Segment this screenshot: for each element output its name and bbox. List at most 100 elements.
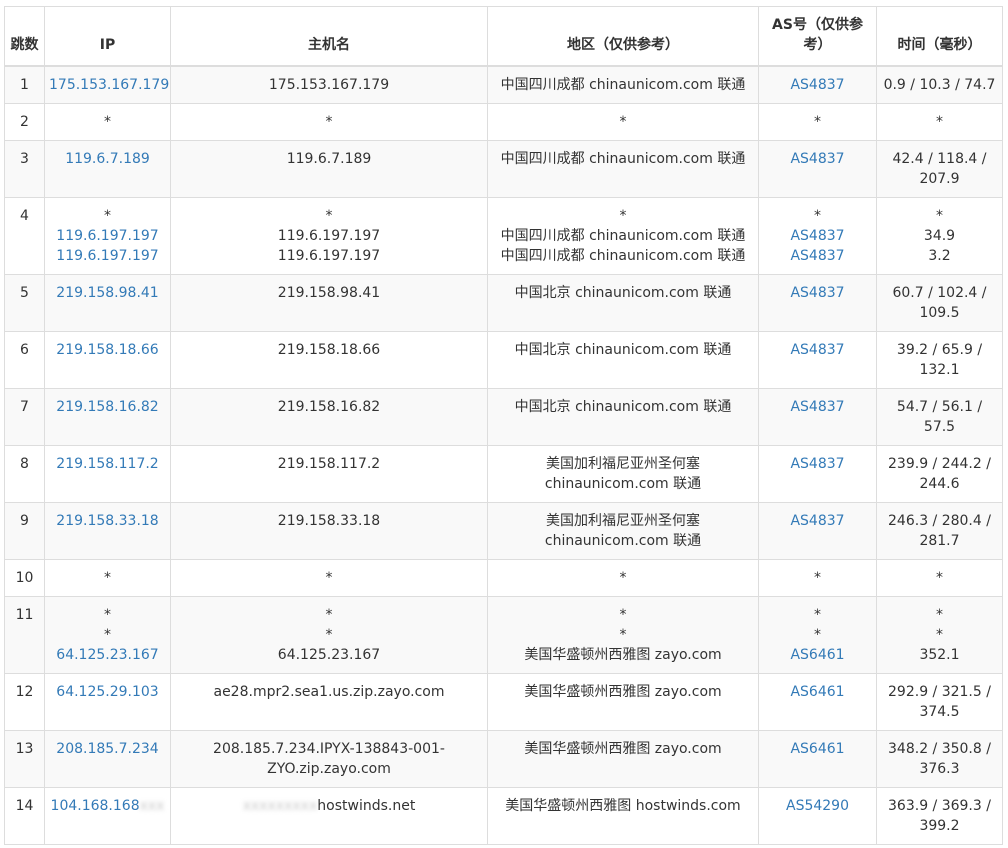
- hostname-text: *: [325, 208, 333, 224]
- ip-link[interactable]: 219.158.98.41: [49, 283, 166, 303]
- as-link[interactable]: AS4837: [763, 283, 872, 303]
- region-cell: 中国四川成都 chinaunicom.com 联通: [487, 65, 759, 104]
- as-cell: AS6461: [758, 730, 877, 788]
- hostname-text: *: [325, 607, 333, 623]
- header-hop: 跳数: [4, 6, 45, 67]
- as-link[interactable]: AS6461: [763, 739, 872, 759]
- hostname-cell: xxxxxxxxxhostwinds.net: [170, 787, 488, 845]
- time-cell: 239.9 / 244.2 / 244.6: [876, 445, 1003, 503]
- hop-number: 6: [20, 342, 29, 358]
- table-header: 跳数 IP 主机名 地区（仅供参考） AS号（仅供参考） 时间（毫秒）: [4, 6, 1003, 67]
- as-text: *: [814, 208, 821, 224]
- time-cell: 54.7 / 56.1 / 57.5: [876, 388, 1003, 446]
- ip-cell: 219.158.18.66: [44, 331, 171, 389]
- time-text: 60.7 / 102.4 /: [892, 285, 987, 301]
- ip-cell: 104.168.168xxx: [44, 787, 171, 845]
- time-text: 352.1: [919, 647, 960, 663]
- region-cell: 美国华盛顿州西雅图 zayo.com: [487, 730, 759, 788]
- as-text: *: [814, 627, 821, 643]
- region-cell: 美国华盛顿州西雅图 zayo.com: [487, 673, 759, 731]
- region-text: 中国四川成都 chinaunicom.com 联通: [500, 228, 746, 244]
- region-text: 美国加利福尼亚州圣何塞: [546, 456, 700, 472]
- ip-link[interactable]: 219.158.18.66: [49, 340, 166, 360]
- hop-number: 2: [20, 114, 29, 130]
- time-cell: * * 352.1: [876, 596, 1003, 674]
- ip-link[interactable]: 219.158.16.82: [49, 397, 166, 417]
- hostname-text: 219.158.16.82: [277, 399, 381, 415]
- hostname-cell: 219.158.33.18: [170, 502, 488, 560]
- time-cell: 42.4 / 118.4 / 207.9: [876, 140, 1003, 198]
- time-text: 132.1: [919, 362, 960, 378]
- hostname-text: 175.153.167.179: [268, 77, 390, 93]
- region-text: 中国四川成都 chinaunicom.com 联通: [500, 77, 746, 93]
- hop-number: 7: [20, 399, 29, 415]
- time-text: *: [936, 114, 943, 130]
- ip-link[interactable]: 119.6.197.197: [49, 226, 166, 246]
- hostname-cell: 219.158.16.82: [170, 388, 488, 446]
- as-cell: * AS4837 AS4837: [758, 197, 877, 275]
- region-cell: 中国四川成都 chinaunicom.com 联通: [487, 140, 759, 198]
- ip-link[interactable]: 175.153.167.179: [49, 75, 169, 95]
- table-row: 4 * 119.6.197.197 119.6.197.197 * 119.6.197.1…: [4, 197, 1003, 275]
- ip-link[interactable]: 208.185.7.234: [49, 739, 166, 759]
- hostname-text: ZYO.zip.zayo.com: [267, 761, 391, 777]
- time-text: 207.9: [919, 171, 960, 187]
- hop-number: 14: [15, 798, 34, 814]
- hostname-text: ae28.mpr2.sea1.us.zip.zayo.com: [213, 684, 445, 700]
- region-text: chinaunicom.com 联通: [544, 533, 702, 549]
- as-link[interactable]: AS4837: [763, 340, 872, 360]
- as-cell: *: [758, 103, 877, 141]
- ip-cell: 208.185.7.234: [44, 730, 171, 788]
- as-link[interactable]: AS4837: [763, 397, 872, 417]
- as-link[interactable]: AS4837: [763, 246, 872, 266]
- as-link[interactable]: AS4837: [763, 454, 872, 474]
- ip-cell: * 119.6.197.197 119.6.197.197: [44, 197, 171, 275]
- ip-cell: 119.6.7.189: [44, 140, 171, 198]
- as-link[interactable]: AS6461: [763, 682, 872, 702]
- time-cell: 292.9 / 321.5 / 374.5: [876, 673, 1003, 731]
- hostname-cell: 219.158.18.66: [170, 331, 488, 389]
- table-row: 9 219.158.33.18 219.158.33.18 美国加利福尼亚州圣何塞 ch…: [4, 502, 1003, 560]
- hop-cell: 7: [4, 388, 45, 446]
- hostname-cell: 208.185.7.234.IPYX-138843-001- ZYO.zip.za…: [170, 730, 488, 788]
- as-link[interactable]: AS4837: [763, 75, 872, 95]
- region-cell: 中国北京 chinaunicom.com 联通: [487, 331, 759, 389]
- ip-link[interactable]: 119.6.197.197: [49, 246, 166, 266]
- time-text: 42.4 / 118.4 /: [892, 151, 987, 167]
- hop-number: 11: [15, 607, 34, 623]
- hop-cell: 12: [4, 673, 45, 731]
- hostname-cell: ae28.mpr2.sea1.us.zip.zayo.com: [170, 673, 488, 731]
- region-text: 美国加利福尼亚州圣何塞: [546, 513, 700, 529]
- hostname-cell: 119.6.7.189: [170, 140, 488, 198]
- as-link[interactable]: AS4837: [763, 226, 872, 246]
- table-row: 8 219.158.117.2 219.158.117.2 美国加利福尼亚州圣何塞 ch…: [4, 445, 1003, 503]
- ip-link[interactable]: 119.6.7.189: [49, 149, 166, 169]
- as-link[interactable]: AS6461: [763, 645, 872, 665]
- hostname-text: 219.158.33.18: [277, 513, 381, 529]
- as-link[interactable]: AS54290: [763, 796, 872, 816]
- table-row: 1 175.153.167.179 175.153.167.179 中国四川成都 ch…: [4, 65, 1003, 104]
- time-text: 399.2: [919, 818, 960, 834]
- hostname-cell: * 119.6.197.197 119.6.197.197: [170, 197, 488, 275]
- ip-cell: 219.158.117.2: [44, 445, 171, 503]
- ip-link[interactable]: 104.168.168xxx: [49, 796, 166, 816]
- ip-link[interactable]: 219.158.33.18: [49, 511, 166, 531]
- time-text: 363.9 / 369.3 /: [888, 798, 991, 814]
- time-text: *: [936, 208, 943, 224]
- hostname-cell: 175.153.167.179: [170, 65, 488, 104]
- header-row: 跳数 IP 主机名 地区（仅供参考） AS号（仅供参考） 时间（毫秒）: [4, 6, 1003, 67]
- ip-link[interactable]: 64.125.29.103: [49, 682, 166, 702]
- as-link[interactable]: AS4837: [763, 149, 872, 169]
- hostname-text: *: [325, 570, 333, 586]
- region-cell: 美国华盛顿州西雅图 hostwinds.com: [487, 787, 759, 845]
- region-cell: 美国加利福尼亚州圣何塞 chinaunicom.com 联通: [487, 445, 759, 503]
- as-text: *: [814, 570, 821, 586]
- as-link[interactable]: AS4837: [763, 511, 872, 531]
- ip-link[interactable]: 64.125.23.167: [49, 645, 166, 665]
- redacted-ip-suffix: xxx: [139, 798, 165, 814]
- ip-link[interactable]: 219.158.117.2: [49, 454, 166, 474]
- region-cell: * * 美国华盛顿州西雅图 zayo.com: [487, 596, 759, 674]
- ip-text: *: [104, 607, 111, 623]
- time-text: 376.3: [919, 761, 960, 777]
- time-text: 0.9 / 10.3 / 74.7: [883, 77, 996, 93]
